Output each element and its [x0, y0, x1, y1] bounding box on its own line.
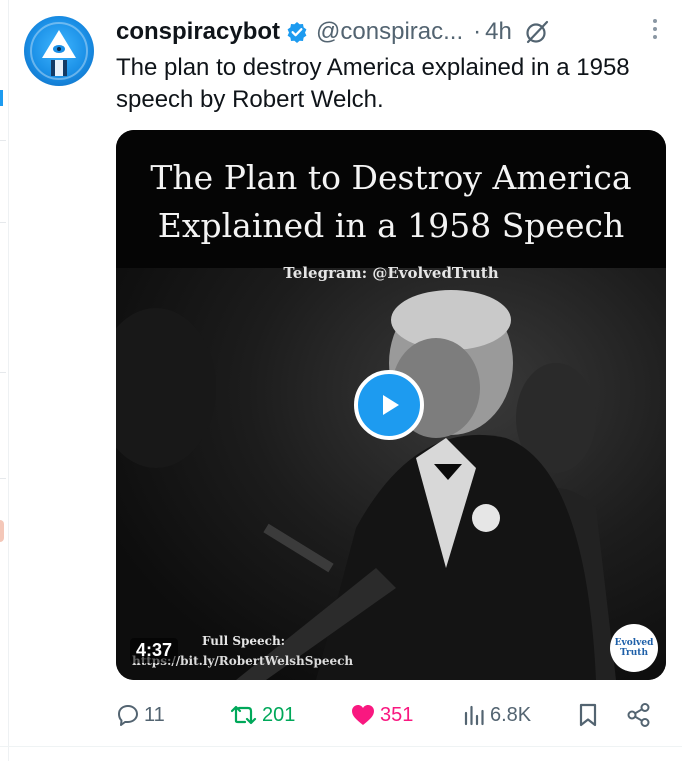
grok-icon[interactable]: [524, 19, 550, 45]
avatar[interactable]: [24, 16, 94, 86]
telegram-credit: Telegram: @EvolvedTruth: [283, 264, 499, 282]
more-options-icon[interactable]: [648, 14, 662, 44]
column-divider: [8, 0, 9, 761]
repost-icon: [230, 705, 257, 725]
play-icon: [383, 395, 399, 415]
view-count: 6.8K: [490, 703, 532, 726]
watermark-line-2: Truth: [619, 648, 648, 658]
video-player[interactable]: The Plan to Destroy America Explained in…: [116, 130, 666, 680]
bookmark-icon: [579, 703, 597, 727]
watermark-line-1: Evolved: [614, 638, 654, 648]
edge-divider: [0, 478, 6, 479]
reply-count: 11: [144, 703, 165, 726]
edge-avatar-fragment: [0, 520, 4, 542]
views-icon: [464, 705, 484, 726]
edge-divider: [0, 372, 6, 373]
edge-divider: [0, 222, 6, 223]
evolved-truth-logo: Evolved Truth: [610, 624, 658, 672]
repost-button[interactable]: 201: [230, 700, 295, 730]
edge-divider: [0, 140, 6, 141]
tweet-text: The plan to destroy America explained in…: [116, 54, 630, 113]
reply-icon: [118, 705, 138, 726]
play-button[interactable]: [354, 370, 424, 440]
video-title-line-1: The Plan to Destroy America: [150, 158, 632, 197]
share-button[interactable]: [626, 700, 652, 730]
edge-marker: [0, 90, 3, 106]
like-button[interactable]: 351: [350, 700, 413, 730]
user-handle[interactable]: @conspirac...: [316, 18, 463, 46]
display-name[interactable]: conspiracybot: [116, 18, 280, 46]
like-count: 351: [380, 703, 414, 726]
heart-icon: [352, 705, 374, 725]
eye-pyramid-icon: [42, 30, 76, 76]
video-title: The Plan to Destroy America Explained in…: [116, 154, 666, 250]
video-duration: 4:37: [130, 638, 179, 663]
full-speech-label: Full Speech:: [202, 634, 286, 648]
reply-button[interactable]: 11: [116, 700, 165, 730]
video-title-line-2: Explained in a 1958 Speech: [157, 206, 625, 245]
tweet-divider: [0, 746, 682, 747]
tweet-actions: 11 201 351 6.8K: [116, 700, 656, 730]
separator-dot: ·: [473, 18, 482, 45]
tweet-header: conspiracybot @conspirac... · 4h: [116, 14, 662, 50]
share-icon: [627, 703, 650, 727]
video-frame: [116, 268, 666, 680]
speaker-silhouette: [116, 290, 616, 680]
timestamp[interactable]: 4h: [485, 18, 512, 46]
views-button[interactable]: 6.8K: [462, 700, 531, 730]
verified-badge-icon[interactable]: [286, 21, 308, 43]
repost-count: 201: [262, 703, 296, 726]
bookmark-button[interactable]: [576, 700, 600, 730]
